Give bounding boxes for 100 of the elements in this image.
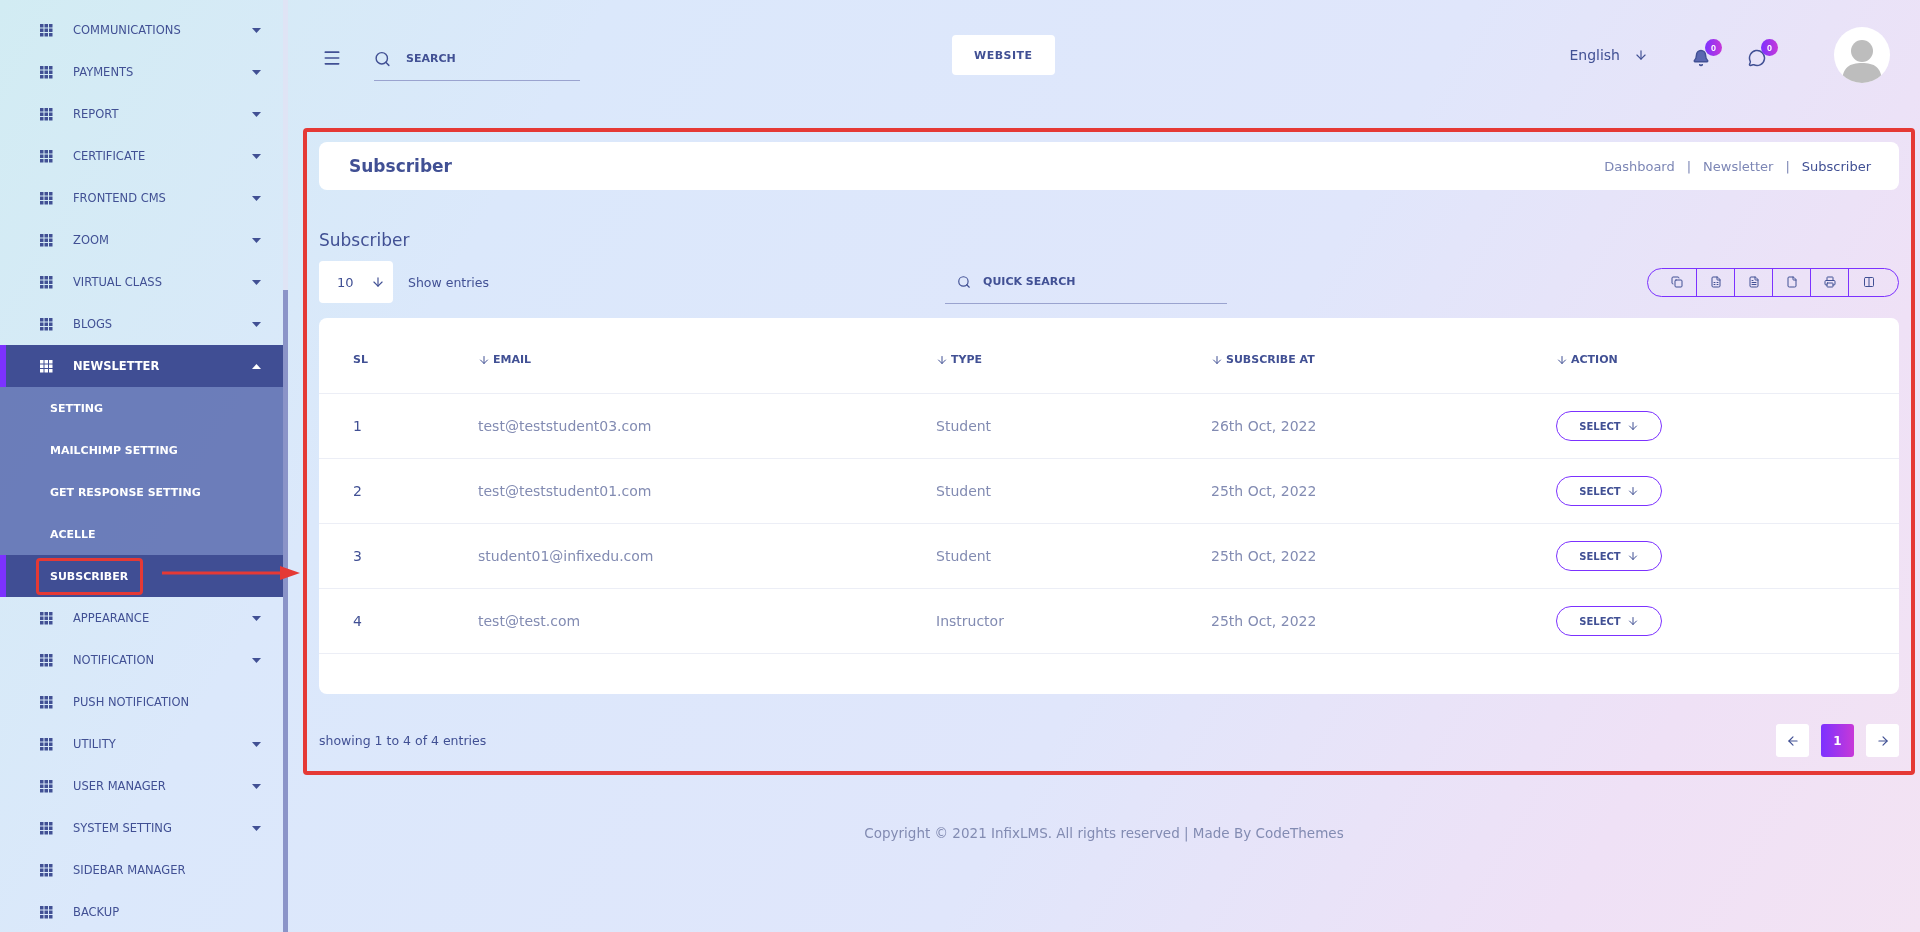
grid-icon	[40, 317, 53, 331]
column-header[interactable]: ACTION	[1556, 353, 1899, 366]
person-silhouette-icon	[1840, 37, 1884, 83]
caret-down-icon	[252, 153, 261, 159]
table-cell-text: 26th Oct, 2022	[1211, 418, 1318, 434]
chat-button[interactable]: 0	[1744, 39, 1778, 71]
sort-arrow-icon	[478, 353, 490, 366]
sidebar-item[interactable]: APPEARANCE	[0, 597, 283, 639]
column-header[interactable]: TYPE	[936, 353, 1211, 366]
grid-icon	[40, 821, 53, 835]
grid-icon	[40, 275, 53, 289]
grid-icon	[40, 23, 53, 37]
submenu-item[interactable]: SUBSCRIBER	[36, 557, 144, 595]
table-cell-text: Student	[936, 548, 993, 564]
table-cell-text: 2	[353, 483, 363, 499]
sidebar-item[interactable]: PAYMENTS	[0, 51, 283, 93]
website-button[interactable]: WEBSITE	[952, 35, 1055, 75]
sort-arrow-icon	[1556, 353, 1568, 366]
breadcrumb-separator: |	[1686, 158, 1692, 174]
grid-icon	[40, 233, 53, 247]
column-header: SL	[353, 353, 369, 366]
submenu-item[interactable]: SETTING	[44, 389, 119, 427]
select-button[interactable]: SELECT	[1556, 541, 1662, 571]
grid-icon	[40, 65, 53, 79]
quick-search-field[interactable]: QUICK SEARCH	[945, 260, 1228, 304]
sidebar-item[interactable]: UTILITY	[0, 723, 283, 765]
file-icon	[1785, 276, 1798, 288]
caret-down-icon	[252, 279, 261, 285]
sidebar-item[interactable]: BACKUP	[0, 891, 283, 932]
sidebar-item[interactable]: SIDEBAR MANAGER	[0, 849, 283, 891]
notification-count: 0	[1705, 39, 1722, 56]
entries-label: Show entries	[408, 274, 490, 290]
caret-up-icon	[252, 363, 261, 369]
grid-icon	[40, 107, 53, 121]
table-cell-text: 25th Oct, 2022	[1211, 483, 1318, 499]
sidebar-item[interactable]: FRONTEND CMS	[0, 177, 283, 219]
columns-icon	[1862, 276, 1875, 288]
breadcrumb-link[interactable]: Subscriber	[1801, 158, 1871, 174]
notification-bell[interactable]: 0	[1688, 39, 1722, 71]
breadcrumb-separator: |	[1785, 158, 1790, 174]
caret-down-icon	[252, 657, 261, 663]
breadcrumb-link[interactable]: Newsletter	[1703, 158, 1774, 174]
caret-down-icon	[252, 111, 261, 117]
table-cell-text: test@teststudent01.com	[478, 483, 653, 499]
sidebar-item[interactable]: NOTIFICATION	[0, 639, 283, 681]
page-button[interactable]: 1	[1821, 724, 1854, 757]
sidebar-item[interactable]: ZOOM	[0, 219, 283, 261]
caret-down-icon	[252, 741, 261, 747]
grid-icon	[40, 737, 53, 751]
entries-select[interactable]: 10	[319, 261, 393, 303]
sidebar-item[interactable]: BLOGS	[0, 303, 283, 345]
arrow-down-icon	[1626, 485, 1639, 497]
previous-page-button[interactable]	[1776, 724, 1809, 757]
table-cell-text: Student	[936, 418, 993, 434]
grid-icon	[40, 359, 53, 373]
table-cell-text: 4	[353, 613, 363, 629]
table-cell-text: 1	[353, 418, 363, 434]
sidebar-item[interactable]: COMMUNICATIONS	[0, 9, 283, 51]
spreadsheet-icon	[1709, 276, 1722, 288]
copyright-text: Copyright © 2021 InfixLMS. All rights reserved | Made By CodeThemes	[863, 825, 1345, 841]
search-field[interactable]: SEARCH	[374, 37, 580, 81]
search-icon	[374, 50, 391, 68]
grid-icon	[40, 149, 53, 163]
column-header[interactable]: EMAIL	[478, 353, 936, 366]
caret-down-icon	[252, 615, 261, 621]
select-button[interactable]: SELECT	[1556, 606, 1662, 636]
caret-down-icon	[252, 783, 261, 789]
select-button[interactable]: SELECT	[1556, 476, 1662, 506]
caret-down-icon	[252, 195, 261, 201]
submenu-item[interactable]: GET RESPONSE SETTING	[44, 473, 216, 511]
grid-icon	[40, 695, 53, 709]
caret-down-icon	[252, 237, 261, 243]
sidebar-item[interactable]: USER MANAGER	[0, 765, 283, 807]
table-cell-text: test@test.com	[478, 613, 582, 629]
column-header[interactable]: SUBSCRIBE AT	[1211, 353, 1556, 366]
table-cell-text: 25th Oct, 2022	[1211, 548, 1318, 564]
sidebar-item[interactable]: PUSH NOTIFICATION	[0, 681, 283, 723]
submenu-item[interactable]: ACELLE	[44, 515, 111, 553]
chat-bubble-icon	[1748, 49, 1766, 67]
submenu-item[interactable]: MAILCHIMP SETTING	[44, 431, 193, 469]
document-icon	[1747, 276, 1760, 288]
arrow-down-icon	[1626, 615, 1639, 627]
sidebar-item[interactable]: VIRTUAL CLASS	[0, 261, 283, 303]
select-button[interactable]: SELECT	[1556, 411, 1662, 441]
sidebar-item[interactable]: NEWSLETTER	[0, 345, 283, 387]
bell-icon	[1692, 49, 1710, 67]
grid-icon	[40, 653, 53, 667]
scrollbar-thumb[interactable]	[283, 290, 288, 932]
next-page-button[interactable]	[1866, 724, 1899, 757]
sidebar-item[interactable]: CERTIFICATE	[0, 135, 283, 177]
sidebar-item[interactable]: REPORT	[0, 93, 283, 135]
arrow-down-icon	[371, 275, 385, 289]
language-select[interactable]: English	[1563, 46, 1654, 64]
table-cell-text: 25th Oct, 2022	[1211, 613, 1318, 629]
sidebar-item[interactable]: SYSTEM SETTING	[0, 807, 283, 849]
caret-down-icon	[252, 27, 261, 33]
breadcrumb-link[interactable]: Dashboard	[1604, 158, 1675, 174]
caret-down-icon	[252, 69, 261, 75]
arrow-down-icon	[1626, 550, 1639, 562]
grid-icon	[40, 611, 53, 625]
